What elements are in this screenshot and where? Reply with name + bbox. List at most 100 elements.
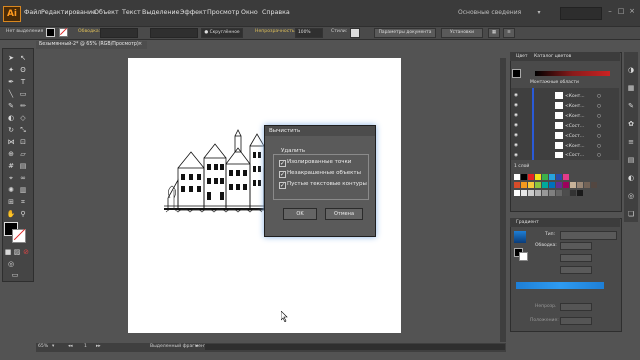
gradient-location-field[interactable] (560, 317, 592, 325)
free-transform-icon[interactable]: ⊡ (18, 138, 28, 147)
brush-tool-icon[interactable]: ✎ (6, 102, 16, 111)
none-mode-icon[interactable]: ⊘ (22, 248, 30, 257)
artboard-number[interactable]: 1 (84, 344, 87, 349)
zoom-level[interactable]: 65% (38, 344, 48, 349)
empty-text-paths-checkbox[interactable]: ✓ (279, 182, 286, 189)
unpainted-objects-checkbox[interactable]: ✓ (279, 171, 286, 178)
slice-tool-icon[interactable]: ⌗ (18, 198, 28, 207)
menu-file[interactable]: Файл (24, 9, 41, 16)
swatches-grid[interactable] (514, 174, 614, 204)
tab-color[interactable]: Цвет (516, 54, 528, 59)
visibility-eye-icon[interactable]: ◉ (514, 103, 518, 108)
menu-more-icon[interactable]: ≡ (503, 28, 515, 38)
eraser-tool-icon[interactable]: ◇ (18, 114, 28, 123)
vertical-scrollbar[interactable] (500, 58, 506, 342)
color-panel-fill-swatch[interactable] (512, 69, 521, 78)
gradient-angle-field[interactable] (560, 254, 592, 262)
isolated-points-checkbox[interactable]: ✓ (279, 160, 286, 167)
pencil-tool-icon[interactable]: ✏ (18, 102, 28, 111)
prev-artboard-icon[interactable]: ◂◂ (68, 344, 73, 349)
opacity-field[interactable]: 100% (295, 28, 323, 38)
blob-brush-icon[interactable]: ◐ (6, 114, 16, 123)
rectangle-tool-icon[interactable]: ▭ (18, 90, 28, 99)
menu-edit[interactable]: Редактирование (41, 9, 96, 16)
next-artboard-icon[interactable]: ▸▸ (96, 344, 101, 349)
menu-window[interactable]: Окно (241, 9, 258, 16)
layer-name[interactable]: <Сост... (565, 124, 584, 129)
menu-effect[interactable]: Эффект (180, 9, 207, 16)
variable-width-select[interactable] (150, 28, 198, 38)
stroke-panel-icon[interactable]: ≡ (626, 138, 636, 147)
shape-builder-icon[interactable]: ⊕ (6, 150, 16, 159)
zoom-tool-icon[interactable]: ⚲ (18, 210, 28, 219)
lasso-tool-icon[interactable]: ʘ (18, 66, 28, 75)
layer-name[interactable]: <Конт... (565, 114, 585, 119)
gradient-aspect-field[interactable] (560, 266, 592, 274)
visibility-eye-icon[interactable]: ◉ (514, 143, 518, 148)
gradient-panel-icon[interactable]: ▤ (626, 156, 636, 165)
gradient-tool-icon[interactable]: ▤ (18, 162, 28, 171)
menu-select[interactable]: Выделение (142, 9, 180, 16)
visibility-eye-icon[interactable]: ◉ (514, 93, 518, 98)
layer-target-icon[interactable]: ○ (597, 124, 601, 129)
style-swatch[interactable] (350, 28, 360, 38)
perspective-grid-icon[interactable]: ▱ (18, 150, 28, 159)
stroke-color-swatch[interactable] (12, 229, 26, 243)
horizontal-scrollbar[interactable] (205, 344, 505, 350)
tab-gradient[interactable]: Градиент (516, 220, 539, 225)
menu-text[interactable]: Текст (122, 9, 141, 16)
layer-target-icon[interactable]: ○ (597, 153, 601, 158)
symbol-sprayer-icon[interactable]: ✺ (6, 186, 16, 195)
color-panel-icon[interactable]: ◑ (626, 66, 636, 75)
menu-help[interactable]: Справка (262, 9, 290, 16)
width-tool-icon[interactable]: ⋈ (6, 138, 16, 147)
screen-mode-icon[interactable]: ▭ (10, 271, 20, 280)
menu-view[interactable]: Просмотр (207, 9, 239, 16)
transparency-panel-icon[interactable]: ◐ (626, 174, 636, 183)
document-tab[interactable]: Безымянный-2* @ 65% (RGB/Просмотр) (36, 41, 147, 49)
layer-target-icon[interactable]: ○ (597, 144, 601, 149)
minimize-icon[interactable]: – (606, 7, 614, 15)
layers-panel-icon[interactable]: ❏ (626, 210, 636, 219)
magic-wand-icon[interactable]: ✦ (6, 66, 16, 75)
artboard-tool-icon[interactable]: ⊞ (6, 198, 16, 207)
zoom-dropdown-icon[interactable]: ▾ (52, 344, 54, 349)
tab-color-guide[interactable]: Каталог цветов (534, 54, 571, 59)
workspace-switcher[interactable]: Основные сведения (458, 9, 521, 16)
ok-button[interactable]: OK (283, 208, 317, 220)
type-tool-icon[interactable]: T (18, 78, 28, 87)
brush-shape-select[interactable]: ● Скруглённое (201, 28, 243, 38)
direct-selection-tool-icon[interactable]: ↖ (18, 54, 28, 63)
visibility-eye-icon[interactable]: ◉ (514, 113, 518, 118)
pen-tool-icon[interactable]: ✒ (6, 78, 16, 87)
layer-target-icon[interactable]: ○ (597, 104, 601, 109)
gradient-stroke-swatch[interactable] (519, 252, 528, 261)
brushes-panel-icon[interactable]: ✎ (626, 102, 636, 111)
maximize-icon[interactable]: □ (617, 7, 625, 15)
layer-target-icon[interactable]: ○ (597, 114, 601, 119)
arrange-icon[interactable]: ▦ (488, 28, 500, 38)
status-info-arrow-icon[interactable]: ▸ (196, 344, 198, 349)
scale-tool-icon[interactable]: ⤡ (18, 126, 28, 135)
mesh-tool-icon[interactable]: # (6, 162, 16, 171)
visibility-eye-icon[interactable]: ◉ (514, 153, 518, 158)
color-mode-icon[interactable]: ■ (4, 248, 12, 257)
graph-tool-icon[interactable]: ▥ (18, 186, 28, 195)
preferences-button[interactable]: Установки (441, 28, 483, 38)
gradient-mode-icon[interactable]: ▨ (13, 248, 21, 257)
rotate-tool-icon[interactable]: ↻ (6, 126, 16, 135)
selection-tool-icon[interactable]: ➤ (6, 54, 16, 63)
menu-object[interactable]: Объект (94, 9, 119, 16)
document-settings-button[interactable]: Параметры документа (374, 28, 436, 38)
gradient-slider[interactable] (516, 282, 604, 289)
layer-name[interactable]: <Сост... (565, 134, 584, 139)
symbols-panel-icon[interactable]: ✿ (626, 120, 636, 129)
gradient-preview[interactable] (514, 231, 526, 243)
search-input[interactable] (560, 7, 602, 20)
layer-name[interactable]: <Сост... (565, 153, 584, 158)
blend-tool-icon[interactable]: ∞ (18, 174, 28, 183)
draw-mode-icon[interactable]: ◎ (6, 260, 16, 269)
close-tab-icon[interactable]: × (138, 41, 142, 47)
color-spectrum-bar[interactable] (535, 71, 610, 76)
fill-swatch[interactable] (46, 28, 55, 37)
